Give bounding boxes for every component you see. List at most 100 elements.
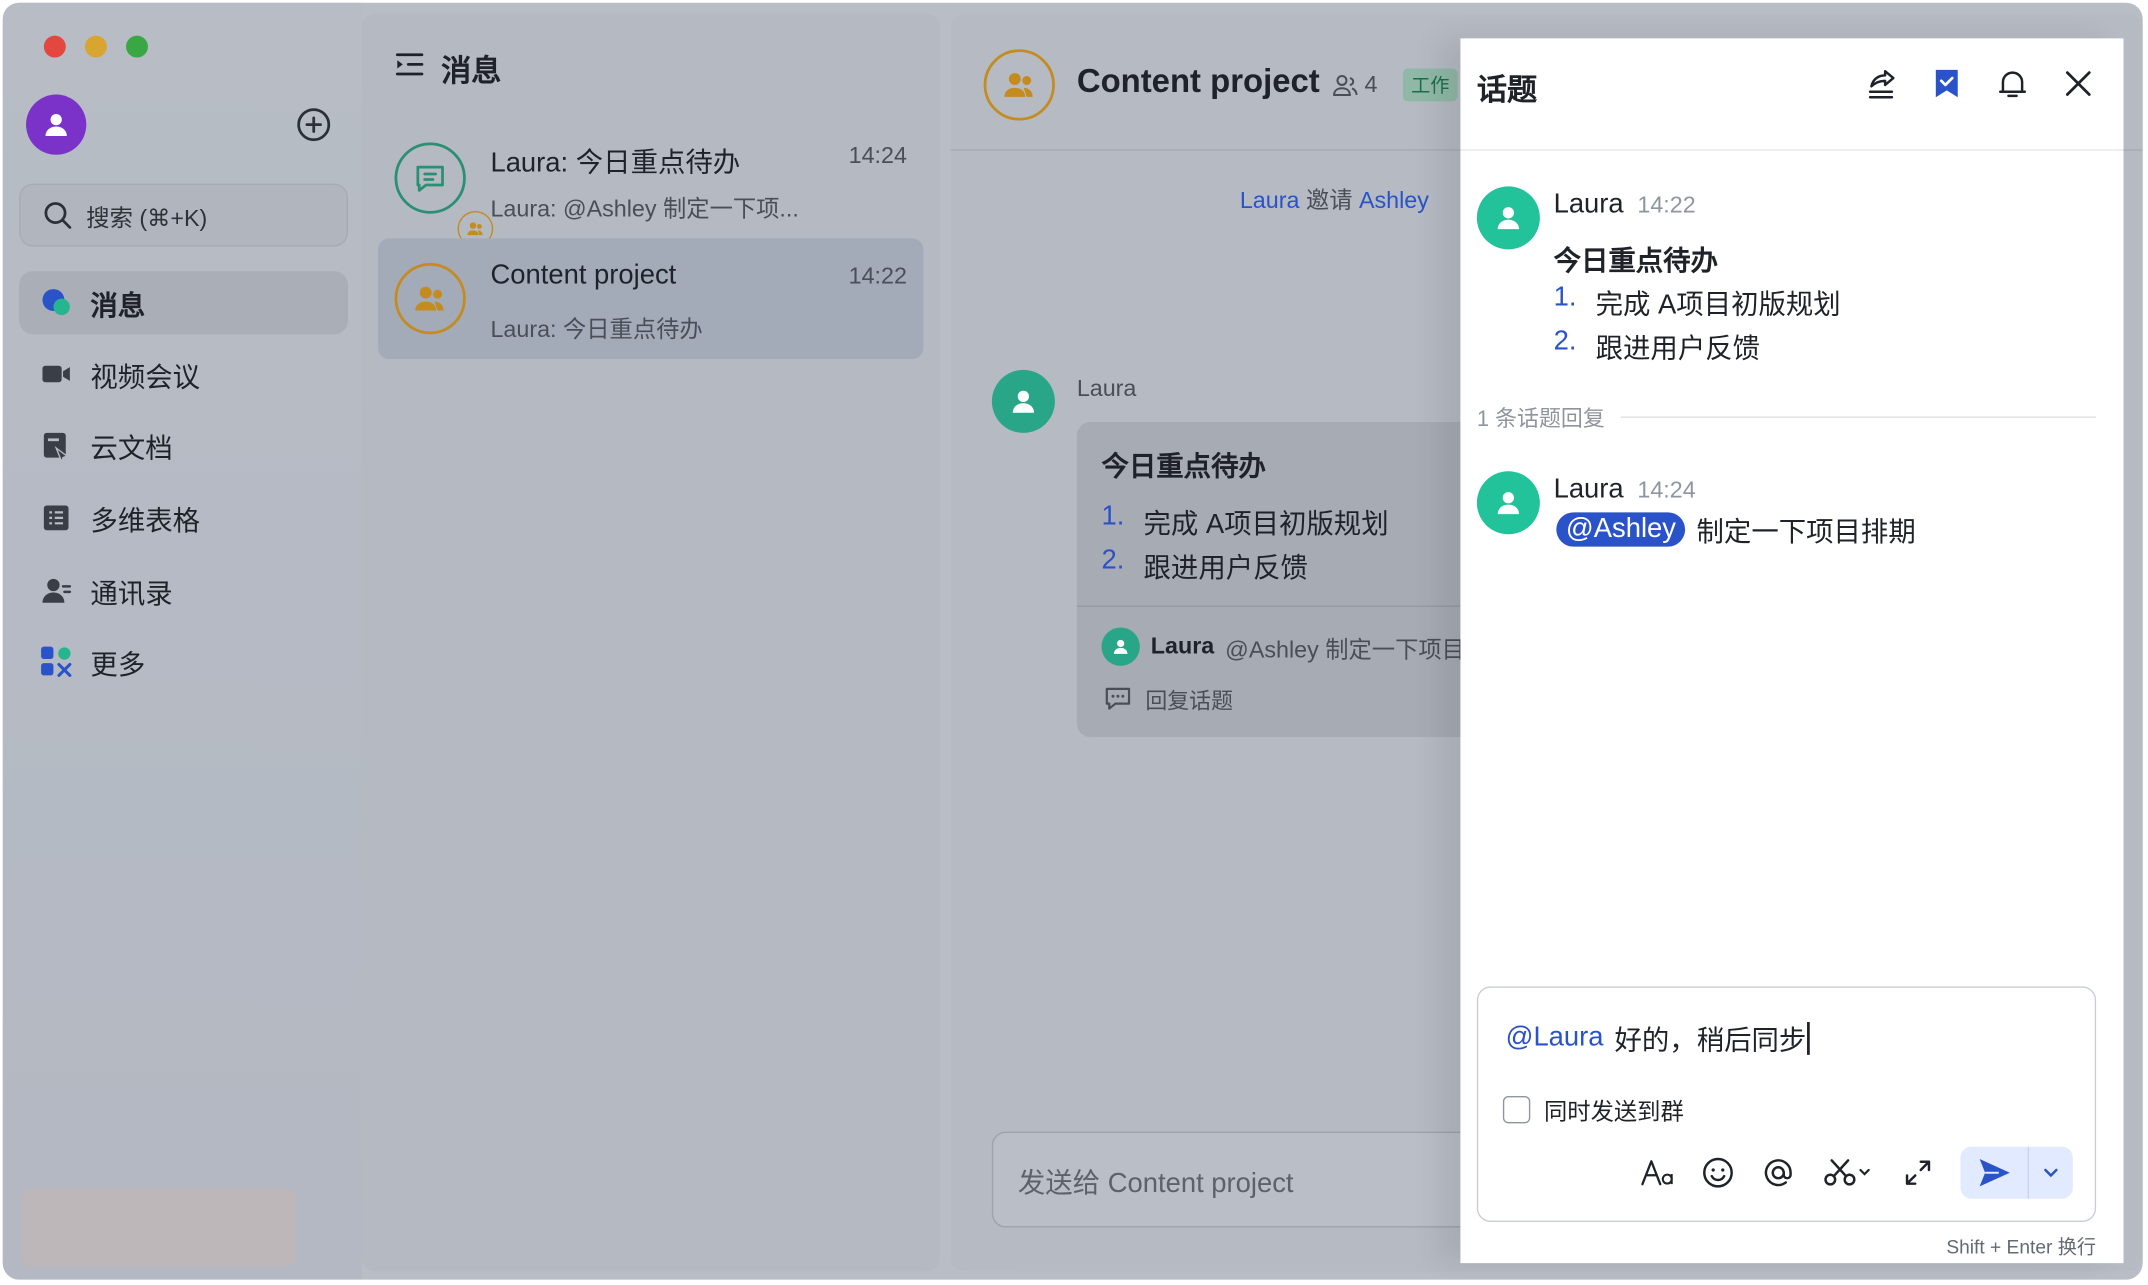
table-icon xyxy=(38,500,74,536)
close-window-button[interactable] xyxy=(43,35,66,58)
create-button[interactable] xyxy=(296,107,332,143)
reply-text: 制定一下项目排期 xyxy=(1696,517,1916,548)
search-input[interactable]: 搜索 (⌘+K) xyxy=(19,183,348,247)
expand-icon[interactable] xyxy=(1900,1155,1936,1191)
nav-item-video-meeting[interactable]: 视频会议 xyxy=(19,343,348,406)
send-icon xyxy=(1978,1159,2010,1187)
nav-label: 多维表格 xyxy=(90,506,201,537)
sender-avatar[interactable] xyxy=(991,369,1055,433)
collapse-list-icon[interactable] xyxy=(395,51,425,87)
reply-topic-button[interactable]: 回复话题 xyxy=(1104,682,1233,715)
reply-count-divider: 1 条话题回复 xyxy=(1476,400,2097,433)
bookmark-icon[interactable] xyxy=(1929,66,1965,102)
checkbox[interactable] xyxy=(1502,1095,1531,1123)
emoji-icon[interactable] xyxy=(1700,1155,1736,1191)
list-item: 1. 完成 A项目初版规划 xyxy=(1101,501,1388,541)
reply-input[interactable]: @Laura 好的，稍后同步 xyxy=(1506,1018,1810,1058)
conversation-time: 14:22 xyxy=(848,263,907,290)
reply-count-label: 1 条话题回复 xyxy=(1476,408,1605,432)
conversation-item[interactable]: Laura: 今日重点待办 Laura: @Ashley 制定一下项... 14… xyxy=(378,118,923,247)
nav-item-contacts[interactable]: 通讯录 xyxy=(19,559,348,622)
nav-item-messages[interactable]: 消息 xyxy=(19,271,348,335)
thread-preview-name: Laura xyxy=(1150,632,1215,659)
thread-preview[interactable]: Laura @Ashley 制定一下项目排期 xyxy=(1101,627,1512,666)
send-button-group xyxy=(1960,1146,2073,1199)
list-text: 跟进用户反馈 xyxy=(1143,553,1308,584)
nav-item-docs[interactable]: 云文档 xyxy=(19,414,348,477)
system-actor[interactable]: Laura xyxy=(1240,188,1300,214)
group-avatar xyxy=(394,263,466,335)
list-item: 2. 跟进用户反馈 xyxy=(1554,326,1760,366)
thread-root-title: 今日重点待办 xyxy=(1553,246,1718,277)
conversation-title: Laura: 今日重点待办 xyxy=(490,147,741,179)
close-icon[interactable] xyxy=(2060,66,2096,102)
sender-avatar[interactable] xyxy=(1476,186,1540,250)
chevron-down-icon xyxy=(2044,1168,2058,1178)
message-title: 今日重点待办 xyxy=(1101,452,1266,483)
thread-root-header: Laura 14:22 xyxy=(1554,189,1696,221)
list-text: 跟进用户反馈 xyxy=(1595,334,1761,365)
reply-topic-label: 回复话题 xyxy=(1145,690,1234,714)
message-sender: Laura xyxy=(1076,375,1137,402)
thread-reply-composer[interactable]: @Laura 好的，稍后同步 同时发送到群 xyxy=(1476,986,2097,1223)
nav-label: 通讯录 xyxy=(90,578,173,609)
system-target[interactable]: Ashley xyxy=(1359,188,1429,214)
message-time: 14:22 xyxy=(1637,191,1696,218)
user-avatar[interactable] xyxy=(26,94,87,155)
doc-icon xyxy=(38,427,74,463)
text-format-icon[interactable] xyxy=(1640,1155,1676,1191)
nav-item-base[interactable]: 多维表格 xyxy=(19,486,348,549)
zoom-window-button[interactable] xyxy=(126,35,148,58)
thread-avatar xyxy=(394,142,494,247)
members-icon xyxy=(1333,74,1358,97)
send-options-button[interactable] xyxy=(2029,1147,2073,1199)
comment-icon xyxy=(1105,687,1131,710)
group-icon xyxy=(415,286,444,311)
mention-icon[interactable] xyxy=(1760,1155,1796,1191)
composer-toolbar xyxy=(1640,1146,2073,1199)
search-icon xyxy=(44,202,72,229)
thread-toolbar xyxy=(1863,66,2096,102)
text-caret xyxy=(1807,1021,1810,1055)
search-placeholder: 搜索 (⌘+K) xyxy=(86,204,208,231)
list-text: 完成 A项目初版规划 xyxy=(1595,290,1841,321)
nav-item-more[interactable]: 更多 xyxy=(19,630,348,693)
thread-header: 话题 xyxy=(1460,38,2124,151)
list-number: 1. xyxy=(1101,501,1125,532)
chat-list-title: 消息 xyxy=(441,53,502,88)
send-button[interactable] xyxy=(1960,1146,2029,1199)
group-avatar[interactable] xyxy=(983,49,1055,121)
person-icon xyxy=(1101,627,1140,666)
conversation-title: Content project xyxy=(490,260,677,291)
conversation-item[interactable]: Content project Laura: 今日重点待办 14:22 xyxy=(378,238,924,359)
person-icon xyxy=(1497,492,1520,515)
scissors-icon[interactable] xyxy=(1821,1155,1876,1191)
draft-text: 好的，稍后同步 xyxy=(1614,1026,1807,1057)
blurred-footer xyxy=(21,1189,296,1266)
list-number: 1. xyxy=(1553,282,1577,313)
list-number: 2. xyxy=(1553,326,1577,357)
nav-label: 云文档 xyxy=(90,433,173,464)
person-icon xyxy=(1497,207,1520,230)
contacts-icon xyxy=(38,573,74,609)
sender-avatar[interactable] xyxy=(1476,471,1540,535)
topic-icon xyxy=(416,165,444,192)
send-to-group-checkbox[interactable]: 同时发送到群 xyxy=(1502,1092,1684,1126)
conversation-preview: Laura: @Ashley 制定一下项... xyxy=(490,195,799,222)
list-text: 完成 A项目初版规划 xyxy=(1143,509,1389,540)
minimize-window-button[interactable] xyxy=(84,35,107,58)
person-icon xyxy=(1012,390,1035,413)
chat-bubbles-icon xyxy=(38,285,74,321)
group-icon xyxy=(1004,73,1033,97)
chat-tag: 工作 xyxy=(1402,68,1458,102)
nav-label: 视频会议 xyxy=(90,362,201,393)
thread-title: 话题 xyxy=(1476,72,1538,107)
member-count[interactable]: 4 xyxy=(1332,71,1377,98)
apps-icon xyxy=(38,644,74,680)
bell-icon[interactable] xyxy=(1995,66,2031,102)
list-item: 2. 跟进用户反馈 xyxy=(1101,545,1307,585)
share-icon[interactable] xyxy=(1863,66,1899,102)
list-number: 2. xyxy=(1101,545,1125,576)
mention-text: @Laura xyxy=(1505,1022,1604,1053)
mention-chip[interactable]: @Ashley xyxy=(1556,512,1686,547)
